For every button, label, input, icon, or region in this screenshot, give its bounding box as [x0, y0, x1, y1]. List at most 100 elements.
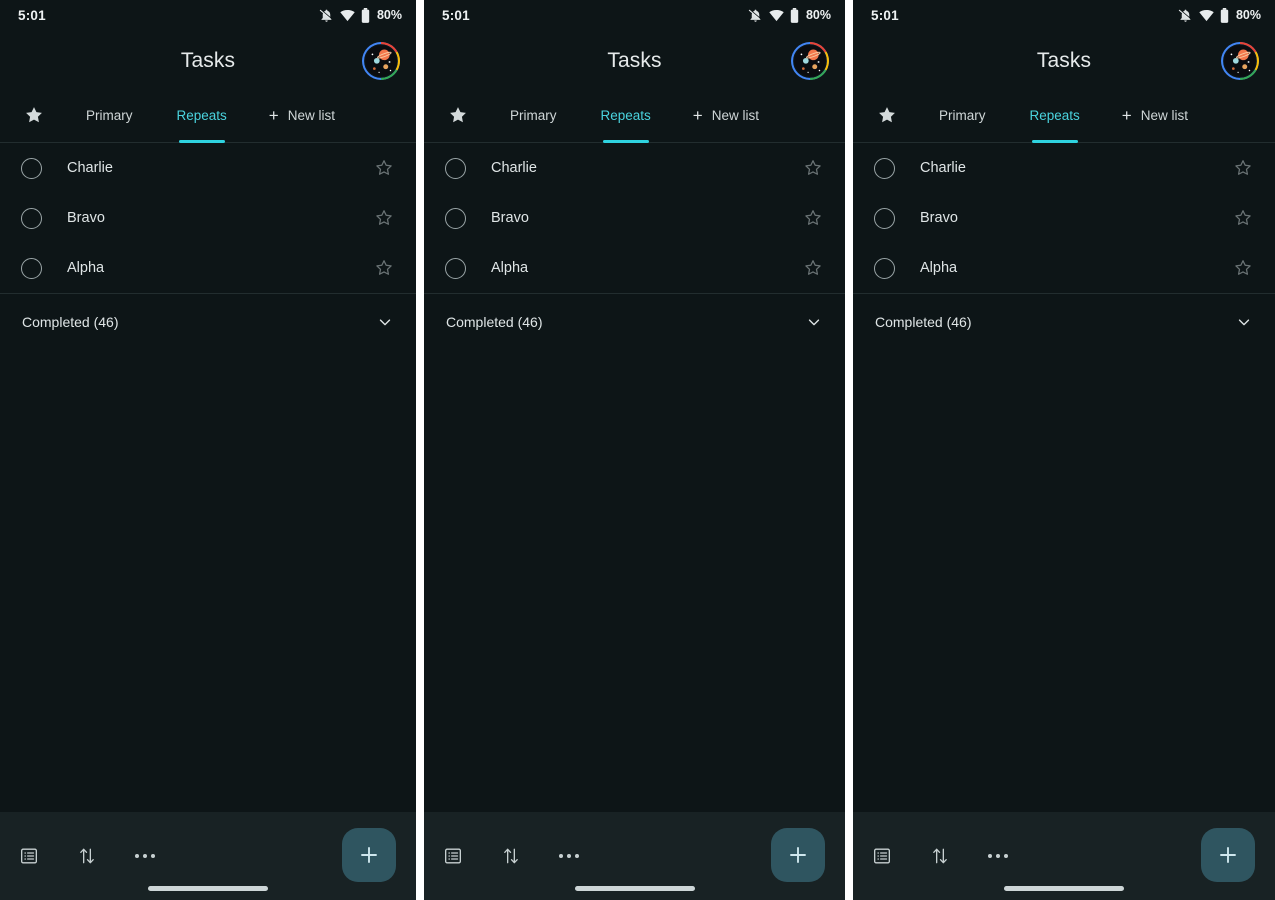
more-options-icon[interactable]	[983, 841, 1013, 871]
completed-section-header[interactable]: Completed (46)	[0, 294, 416, 350]
chevron-down-icon[interactable]	[376, 313, 394, 331]
tab-repeats-label: Repeats	[176, 107, 227, 123]
screenshot-gap-2	[845, 0, 853, 900]
list-view-icon[interactable]	[14, 841, 44, 871]
account-avatar[interactable]	[791, 42, 829, 80]
battery-percent: 80%	[805, 8, 831, 22]
tab-repeats[interactable]: Repeats	[173, 92, 231, 143]
status-time: 5:01	[442, 7, 470, 23]
star-icon[interactable]	[1233, 208, 1253, 228]
task-checkbox[interactable]	[445, 157, 466, 179]
starred-tab[interactable]	[444, 92, 468, 138]
star-icon[interactable]	[374, 158, 394, 178]
task-title: Alpha	[67, 260, 105, 276]
task-checkbox[interactable]	[874, 157, 895, 179]
table-row[interactable]: Alpha	[853, 243, 1275, 293]
tab-primary[interactable]: Primary	[506, 92, 561, 138]
status-time: 5:01	[871, 7, 899, 23]
wifi-icon	[340, 9, 355, 22]
battery-icon	[790, 7, 799, 23]
task-checkbox[interactable]	[21, 207, 42, 229]
app-bar: Tasks	[0, 30, 416, 92]
completed-section-header[interactable]: Completed (46)	[853, 294, 1275, 350]
table-row[interactable]: Bravo	[0, 193, 416, 243]
table-row[interactable]: Bravo	[424, 193, 845, 243]
task-checkbox[interactable]	[445, 257, 466, 279]
table-row[interactable]: Bravo	[853, 193, 1275, 243]
table-row[interactable]: Charlie	[853, 143, 1275, 193]
tab-bar: Primary Repeats + New list	[0, 92, 416, 143]
task-checkbox[interactable]	[874, 257, 895, 279]
sort-icon[interactable]	[72, 841, 102, 871]
chevron-down-icon[interactable]	[1235, 313, 1253, 331]
star-icon[interactable]	[803, 208, 823, 228]
more-options-icon[interactable]	[130, 841, 160, 871]
new-list-label: New list	[711, 107, 759, 123]
new-list-button[interactable]: + New list	[689, 92, 763, 138]
starred-tab[interactable]	[873, 92, 897, 138]
tab-repeats[interactable]: Repeats	[1026, 92, 1084, 143]
task-title: Bravo	[67, 210, 105, 226]
task-checkbox[interactable]	[874, 207, 895, 229]
tab-primary[interactable]: Primary	[935, 92, 990, 138]
sort-icon[interactable]	[925, 841, 955, 871]
task-list: Charlie Bravo Alpha	[424, 143, 845, 293]
bottom-toolbar-actions	[867, 841, 1013, 871]
new-list-label: New list	[1140, 107, 1188, 123]
phone-screen-3: 5:01 80% Tasks Primary Repeats + New lis…	[853, 0, 1275, 900]
tab-repeats[interactable]: Repeats	[597, 92, 655, 143]
starred-tab[interactable]	[20, 92, 44, 138]
account-avatar[interactable]	[362, 42, 400, 80]
star-icon[interactable]	[374, 208, 394, 228]
task-checkbox[interactable]	[21, 257, 42, 279]
star-icon[interactable]	[1233, 158, 1253, 178]
task-checkbox[interactable]	[21, 157, 42, 179]
add-task-fab[interactable]	[342, 828, 396, 882]
new-list-label: New list	[287, 107, 335, 123]
task-title: Bravo	[920, 210, 958, 226]
tab-primary-label: Primary	[86, 107, 133, 123]
new-list-button[interactable]: + New list	[1118, 92, 1192, 138]
screenshot-gap-1	[416, 0, 424, 900]
table-row[interactable]: Charlie	[0, 143, 416, 193]
new-list-button[interactable]: + New list	[265, 92, 339, 138]
tab-bar: Primary Repeats + New list	[424, 92, 845, 143]
home-indicator	[1004, 886, 1124, 891]
completed-section-header[interactable]: Completed (46)	[424, 294, 845, 350]
task-title: Bravo	[491, 210, 529, 226]
list-view-icon[interactable]	[867, 841, 897, 871]
table-row[interactable]: Alpha	[424, 243, 845, 293]
sort-icon[interactable]	[496, 841, 526, 871]
task-title: Charlie	[491, 160, 537, 176]
add-task-fab[interactable]	[1201, 828, 1255, 882]
more-options-icon[interactable]	[554, 841, 584, 871]
battery-icon	[1220, 7, 1229, 23]
task-title: Alpha	[491, 260, 529, 276]
chevron-down-icon[interactable]	[805, 313, 823, 331]
star-icon[interactable]	[803, 258, 823, 278]
list-view-icon[interactable]	[438, 841, 468, 871]
tab-repeats-label: Repeats	[600, 107, 651, 123]
account-avatar[interactable]	[1221, 42, 1259, 80]
battery-icon	[361, 7, 370, 23]
tab-primary[interactable]: Primary	[82, 92, 137, 138]
task-list: Charlie Bravo Alpha	[0, 143, 416, 293]
wifi-icon	[1199, 9, 1214, 22]
status-time: 5:01	[18, 7, 46, 23]
app-bar: Tasks	[853, 30, 1275, 92]
star-icon[interactable]	[374, 258, 394, 278]
battery-percent: 80%	[1235, 8, 1261, 22]
task-list: Charlie Bravo Alpha	[853, 143, 1275, 293]
screenshot-triptych: 5:01 80% Tasks Primary Repeats + New lis…	[0, 0, 1275, 900]
add-task-fab[interactable]	[771, 828, 825, 882]
task-checkbox[interactable]	[445, 207, 466, 229]
table-row[interactable]: Charlie	[424, 143, 845, 193]
star-icon[interactable]	[803, 158, 823, 178]
star-icon[interactable]	[1233, 258, 1253, 278]
table-row[interactable]: Alpha	[0, 243, 416, 293]
battery-percent: 80%	[376, 8, 402, 22]
bottom-toolbar-actions	[14, 841, 160, 871]
tab-repeats-label: Repeats	[1029, 107, 1080, 123]
bell-muted-icon	[319, 8, 334, 23]
page-title: Tasks	[607, 49, 662, 72]
